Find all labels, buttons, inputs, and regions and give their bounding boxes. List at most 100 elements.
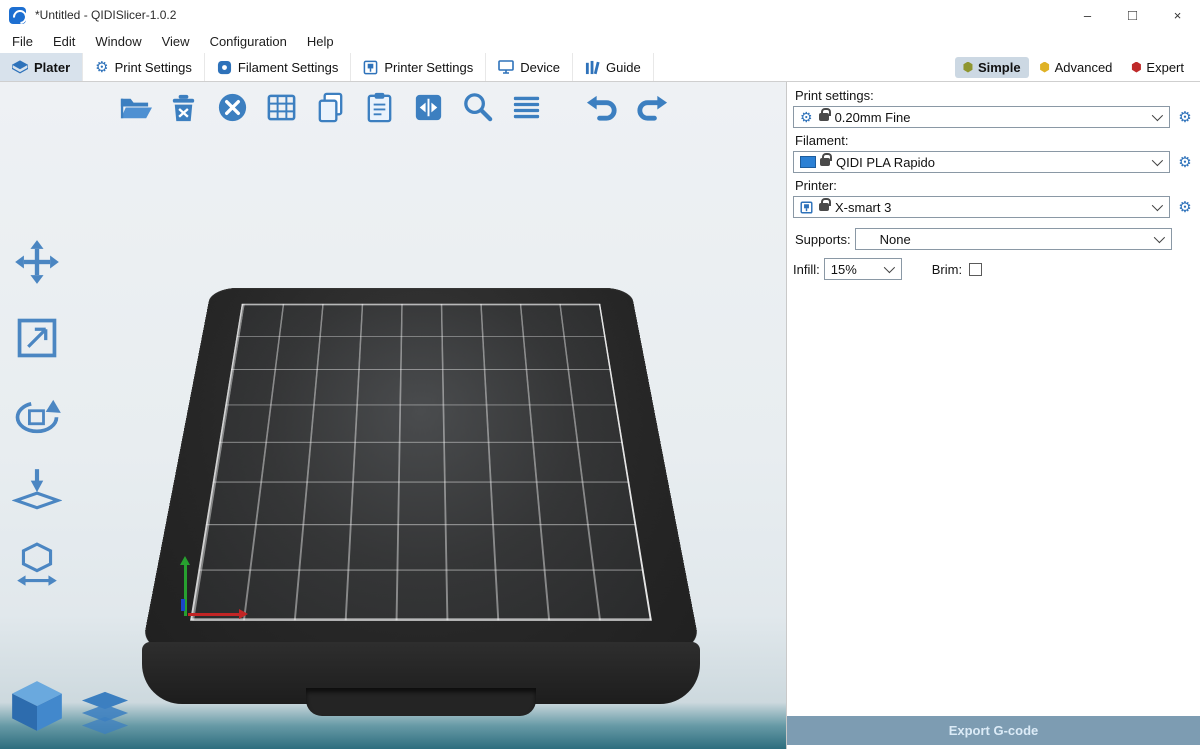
layers-stack-icon [80, 691, 130, 735]
infill-row: Infill: 15% Brim: [793, 258, 1194, 280]
chevron-down-icon [883, 262, 894, 273]
arrange-button[interactable] [261, 87, 301, 127]
trash-icon [166, 90, 201, 125]
maximize-button[interactable]: □ [1110, 0, 1155, 30]
place-on-face-button[interactable] [8, 462, 66, 518]
measure-width-icon [12, 541, 62, 591]
move-arrows-icon [13, 238, 61, 286]
chevron-down-icon [1152, 200, 1163, 211]
split-objects-button[interactable] [408, 87, 448, 127]
brim-label: Brim: [932, 262, 962, 277]
menu-edit[interactable]: Edit [43, 34, 85, 49]
delete-all-icon [215, 90, 250, 125]
mode-expert[interactable]: Expert [1123, 57, 1192, 78]
tab-label: Device [520, 60, 560, 75]
place-on-face-icon [12, 465, 62, 515]
printer-mini-icon [800, 201, 813, 214]
advanced-mode-dot-icon [1040, 62, 1050, 73]
edit-print-settings-button[interactable]: ⚙ [1176, 110, 1194, 125]
delete-all-button[interactable] [212, 87, 252, 127]
menu-configuration[interactable]: Configuration [200, 34, 297, 49]
tab-device[interactable]: Device [486, 53, 573, 81]
expert-mode-dot-icon [1131, 62, 1141, 73]
print-settings-value: 0.20mm Fine [835, 110, 1152, 125]
print-settings-row: ⚙ 0.20mm Fine ⚙ [793, 106, 1194, 128]
split-objects-icon [411, 90, 446, 125]
chevron-down-icon [1152, 155, 1163, 166]
copy-icon [313, 90, 348, 125]
measure-button[interactable] [8, 538, 66, 594]
filament-row: QIDI PLA Rapido ⚙ [793, 151, 1194, 173]
menu-help[interactable]: Help [297, 34, 344, 49]
tab-printer-settings[interactable]: Printer Settings [351, 53, 486, 81]
supports-value: None [862, 232, 1154, 247]
infill-combo[interactable]: 15% [824, 258, 902, 280]
tab-plater[interactable]: Plater [0, 53, 83, 81]
scale-button[interactable] [8, 310, 66, 366]
infill-label: Infill: [793, 262, 820, 277]
guide-books-icon [585, 60, 600, 75]
move-button[interactable] [8, 234, 66, 290]
undo-arrow-icon [585, 90, 620, 125]
main-area: Print settings: ⚙ 0.20mm Fine ⚙ Filament… [0, 82, 1200, 749]
preset-gear-icon: ⚙ [800, 110, 813, 124]
titlebar[interactable]: *Untitled - QIDISlicer-1.0.2 – □ × [0, 0, 1200, 30]
print-bed-scene [141, 227, 701, 652]
redo-button[interactable] [631, 87, 671, 127]
menu-file[interactable]: File [2, 34, 43, 49]
variable-layer-height-button[interactable] [506, 87, 546, 127]
export-gcode-button[interactable]: Export G-code [787, 716, 1200, 745]
copy-button[interactable] [310, 87, 350, 127]
undo-button[interactable] [582, 87, 622, 127]
window-controls: – □ × [1065, 0, 1200, 30]
delete-button[interactable] [163, 87, 203, 127]
mode-label: Expert [1146, 60, 1184, 75]
minimize-button[interactable]: – [1065, 0, 1110, 30]
left-toolbar [8, 234, 66, 594]
axis-z-blue [181, 599, 185, 611]
layer-lines-icon [509, 90, 544, 125]
filament-combo[interactable]: QIDI PLA Rapido [793, 151, 1170, 173]
menu-window[interactable]: Window [85, 34, 151, 49]
tab-label: Filament Settings [238, 60, 338, 75]
supports-row: Supports: None [793, 228, 1194, 250]
printer-combo[interactable]: X-smart 3 [793, 196, 1170, 218]
bed-grid [190, 304, 652, 621]
scale-icon [13, 314, 61, 362]
tab-filament-settings[interactable]: Filament Settings [205, 53, 351, 81]
3d-cube-icon [8, 677, 66, 735]
3d-viewport[interactable] [0, 82, 786, 749]
mode-switcher: Simple Advanced Expert [955, 53, 1200, 81]
edit-printer-button[interactable]: ⚙ [1176, 200, 1194, 215]
rotate-icon [11, 388, 63, 440]
plater-bed-icon [12, 60, 28, 74]
bed-handle [306, 688, 536, 716]
supports-combo[interactable]: None [855, 228, 1172, 250]
search-button[interactable] [457, 87, 497, 127]
menu-view[interactable]: View [152, 34, 200, 49]
tab-print-settings[interactable]: ⚙ Print Settings [83, 53, 205, 81]
mode-simple[interactable]: Simple [955, 57, 1029, 78]
edit-filament-button[interactable]: ⚙ [1176, 155, 1194, 170]
filament-label: Filament: [795, 133, 1194, 148]
open-button[interactable] [114, 87, 154, 127]
mode-label: Simple [978, 60, 1021, 75]
paste-button[interactable] [359, 87, 399, 127]
brim-checkbox[interactable] [969, 263, 982, 276]
paste-clipboard-icon [362, 90, 397, 125]
print-settings-label: Print settings: [795, 88, 1194, 103]
print-settings-combo[interactable]: ⚙ 0.20mm Fine [793, 106, 1170, 128]
filament-value: QIDI PLA Rapido [836, 155, 1152, 170]
settings-sidebar: Print settings: ⚙ 0.20mm Fine ⚙ Filament… [786, 82, 1200, 749]
tab-label: Printer Settings [384, 60, 473, 75]
tab-guide[interactable]: Guide [573, 53, 654, 81]
3d-editor-view-button[interactable] [8, 677, 66, 740]
printer-row: X-smart 3 ⚙ [793, 196, 1194, 218]
close-button[interactable]: × [1155, 0, 1200, 30]
filament-color-swatch [800, 156, 816, 168]
preview-layers-button[interactable] [80, 691, 130, 740]
mode-advanced[interactable]: Advanced [1032, 57, 1121, 78]
printer-value: X-smart 3 [835, 200, 1152, 215]
rotate-button[interactable] [8, 386, 66, 442]
printer-label: Printer: [795, 178, 1194, 193]
